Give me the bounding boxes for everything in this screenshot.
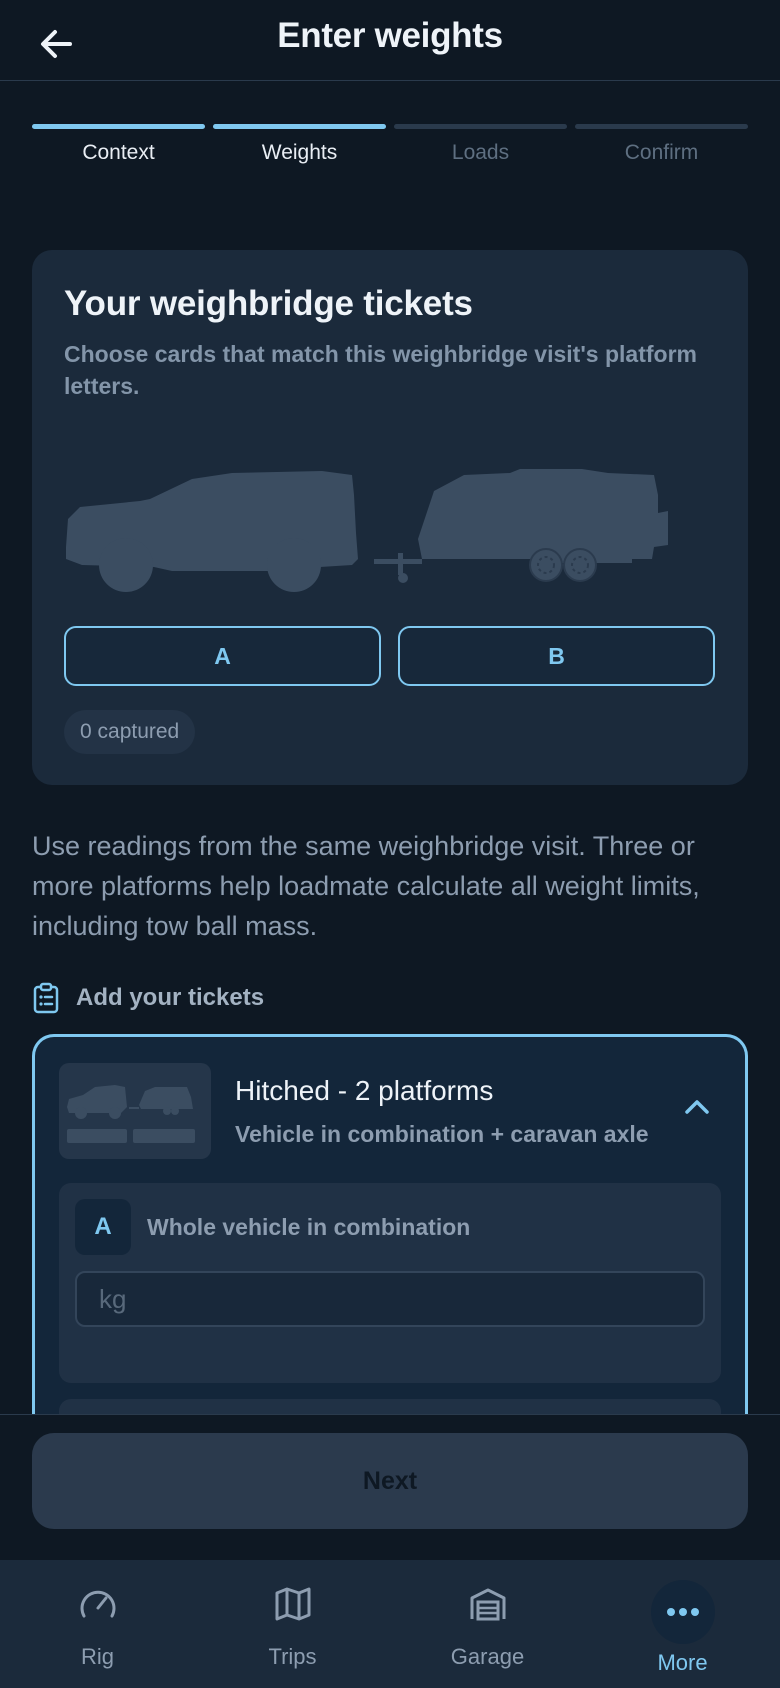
step-bar [394,124,567,129]
nav-label: Trips [268,1644,317,1669]
step-context: Context [32,124,205,165]
speedometer-icon [76,1582,120,1626]
chevron-up-icon [685,1100,709,1114]
config-thumbnail [59,1063,211,1159]
step-bar [213,124,386,129]
card-subtitle: Choose cards that match this weighbridge… [64,341,697,399]
step-label: Confirm [624,141,699,164]
add-tickets-label: Add your tickets [76,984,265,1011]
add-tickets-heading: Add your tickets [32,982,264,1014]
ticket-label: Whole vehicle in combination [147,1214,471,1240]
nav-label: Rig [80,1644,114,1669]
collapse-button[interactable] [677,1087,717,1127]
captured-count-badge: 0 captured [64,710,196,754]
garage-icon [466,1582,510,1626]
step-bar [575,124,748,129]
clipboard-list-icon [33,982,59,1014]
app-header: Enter weights [0,0,780,81]
weight-kg-input[interactable] [75,1271,705,1327]
step-bar [32,124,205,129]
step-weights: Weights [213,124,386,165]
vehicle-caravan-silhouette [66,469,668,592]
step-label: Context [82,141,155,164]
ticket-row-a: A Whole vehicle in combination [59,1183,721,1383]
progress-stepper: Context Weights Loads Confirm [32,124,748,165]
step-label: Weights [261,141,338,164]
config-title: Hitched - 2 platforms [235,1075,494,1106]
hitched-thumbnail-icon [67,1085,195,1143]
platform-letter-badge: A [75,1199,131,1255]
ticket-row-b [59,1399,721,1414]
platform-b-button[interactable]: B [398,626,715,686]
platform-a-button[interactable]: A [64,626,381,686]
nav-item-more[interactable]: More [585,1560,780,1688]
action-bar: Next [0,1414,780,1560]
nav-label: Garage [450,1644,525,1669]
nav-item-garage[interactable]: Garage [390,1560,585,1688]
config-subtitle: Vehicle in combination + caravan axle [235,1121,649,1147]
next-button[interactable]: Next [32,1433,748,1529]
hitched-config-card[interactable]: Hitched - 2 platforms Vehicle in combina… [32,1034,748,1414]
weighbridge-tickets-card: Your weighbridge tickets Choose cards th… [32,250,748,785]
nav-item-rig[interactable]: Rig [0,1560,195,1688]
bottom-nav: Rig Trips Garage More [0,1560,780,1688]
info-text: Use readings from the same weighbridge v… [32,831,700,941]
map-icon [271,1582,315,1626]
step-label: Loads [451,141,510,164]
card-title: Your weighbridge tickets [64,284,473,323]
step-confirm: Confirm [575,124,748,165]
page-title: Enter weights [277,16,503,55]
nav-item-trips[interactable]: Trips [195,1560,390,1688]
more-dots-icon [650,1580,715,1644]
nav-label: More [657,1650,708,1675]
step-loads: Loads [394,124,567,165]
